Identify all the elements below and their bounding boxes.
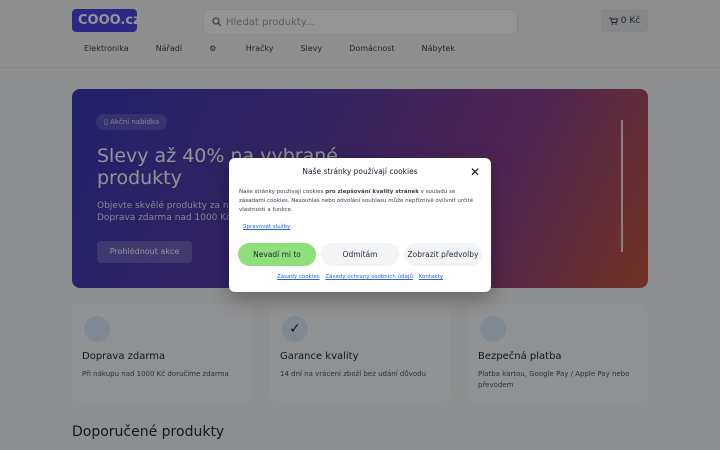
modal-text-bold: pro zlepšování kvality stránek [325,189,419,195]
manage-services-link[interactable]: Spravovat služby [243,224,290,230]
modal-text: Naše stránky používají cookies pro zlepš… [239,188,483,215]
close-icon[interactable]: ✕ [470,165,480,179]
deny-cookies-button[interactable]: Odmítám [321,243,399,266]
privacy-policy-link[interactable]: Zásady ochrany osobních údajů [325,274,413,280]
modal-text-part: Naše stránky používají cookies [239,189,326,195]
cookie-consent-modal: Naše stránky používají cookies ✕ Naše st… [229,158,491,292]
modal-title: Naše stránky používají cookies [302,167,418,176]
accept-cookies-button[interactable]: Nevadí mi to [238,243,316,266]
contacts-link[interactable]: Kontakty [419,274,443,280]
show-preferences-button[interactable]: Zobrazit předvolby [404,243,482,266]
modal-footer-links: Zásady cookies Zásady ochrany osobních ú… [229,274,491,280]
cookie-policy-link[interactable]: Zásady cookies [277,274,320,280]
